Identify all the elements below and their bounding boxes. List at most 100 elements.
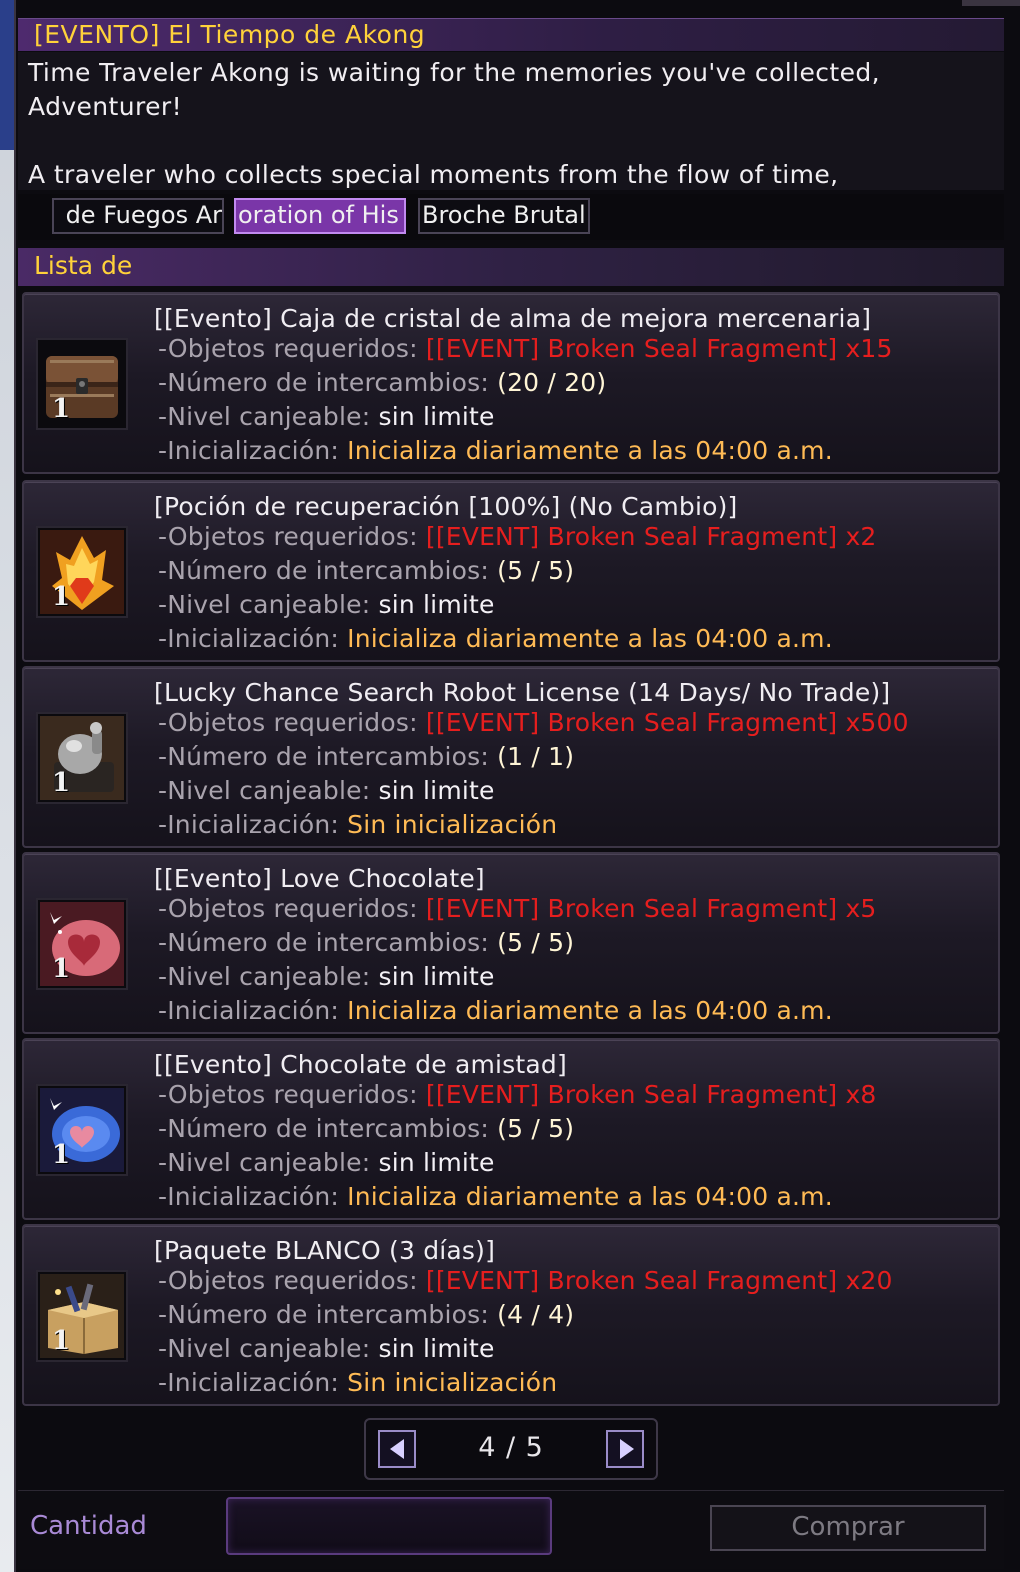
description-line: A traveler who collects special moments … — [28, 160, 839, 189]
reset-label: -Inicialización: — [158, 1182, 339, 1211]
required-label: -Objetos requeridos: — [158, 522, 418, 551]
level-row: -Nivel canjeable: sin limite — [158, 1334, 495, 1363]
buy-button[interactable]: Comprar — [710, 1505, 986, 1551]
level-label: -Nivel canjeable: — [158, 590, 371, 619]
level-label: -Nivel canjeable: — [158, 776, 371, 805]
exchange-count-row: -Número de intercambios: (20 / 20) — [158, 368, 606, 397]
level-row: -Nivel canjeable: sin limite — [158, 1148, 495, 1177]
exchange-count-row: -Número de intercambios: (5 / 5) — [158, 928, 574, 957]
tab-fuegos[interactable]: de Fuegos Ar — [52, 198, 224, 234]
item-name: [[Evento] Chocolate de amistad] — [154, 1050, 567, 1079]
tab-label: oration of His — [238, 201, 399, 229]
reset-label: -Inicialización: — [158, 1368, 339, 1397]
exchanges-label: -Número de intercambios: — [158, 556, 489, 585]
exchange-count-row: -Número de intercambios: (5 / 5) — [158, 1114, 574, 1143]
list-header-label: Lista de — [34, 251, 133, 280]
level-label: -Nivel canjeable: — [158, 1334, 371, 1363]
required-label: -Objetos requeridos: — [158, 1080, 418, 1109]
reset-row: -Inicialización: Inicializa diariamente … — [158, 996, 833, 1025]
item-quantity: 1 — [52, 394, 71, 424]
exchanges-label: -Número de intercambios: — [158, 742, 489, 771]
reset-label: -Inicialización: — [158, 810, 339, 839]
reset-label: -Inicialización: — [158, 436, 339, 465]
exchanges-value: (20 / 20) — [497, 368, 607, 397]
reset-value: Inicializa diariamente a las 04:00 a.m. — [347, 996, 833, 1025]
item-quantity: 1 — [52, 1140, 71, 1170]
reset-row: -Inicialización: Sin inicialización — [158, 810, 557, 839]
title-bar[interactable]: [EVENTO] El Tiempo de Akong — [18, 18, 1004, 51]
next-page-button[interactable] — [606, 1430, 644, 1468]
list-item[interactable]: 1 [Poción de recuperación [100%] (No Cam… — [22, 480, 1000, 662]
arrow-right-icon — [620, 1439, 634, 1459]
level-value: sin limite — [378, 590, 495, 619]
window-title: [EVENTO] El Tiempo de Akong — [34, 20, 426, 49]
exchanges-label: -Número de intercambios: — [158, 368, 489, 397]
event-description[interactable]: Time Traveler Akong is waiting for the m… — [18, 52, 1004, 190]
level-row: -Nivel canjeable: sin limite — [158, 402, 495, 431]
required-items-row: -Objetos requeridos: [[EVENT] Broken Sea… — [158, 522, 877, 551]
level-label: -Nivel canjeable: — [158, 402, 371, 431]
exchanges-value: (5 / 5) — [497, 556, 575, 585]
friendship-chocolate-icon[interactable]: 1 — [36, 1084, 128, 1176]
pagination: 4 / 5 — [364, 1418, 658, 1480]
level-label: -Nivel canjeable: — [158, 962, 371, 991]
exchanges-label: -Número de intercambios: — [158, 1114, 489, 1143]
tab-label: de Fuegos Ar — [65, 201, 222, 229]
level-label: -Nivel canjeable: — [158, 1148, 371, 1177]
required-label: -Objetos requeridos: — [158, 334, 418, 363]
level-value: sin limite — [378, 402, 495, 431]
level-row: -Nivel canjeable: sin limite — [158, 962, 495, 991]
reset-label: -Inicialización: — [158, 996, 339, 1025]
list-item[interactable]: 1 [Paquete BLANCO (3 días)] -Objetos req… — [22, 1224, 1000, 1406]
treasure-chest-icon[interactable]: 1 — [36, 338, 128, 430]
list-item[interactable]: 1 [[Evento] Caja de cristal de alma de m… — [22, 292, 1000, 474]
tab-label: Broche Brutal — [422, 201, 586, 229]
exchange-count-row: -Número de intercambios: (4 / 4) — [158, 1300, 574, 1329]
level-value: sin limite — [378, 962, 495, 991]
required-items-row: -Objetos requeridos: [[EVENT] Broken Sea… — [158, 708, 909, 737]
required-items-row: -Objetos requeridos: [[EVENT] Broken Sea… — [158, 1080, 877, 1109]
reset-value: Sin inicialización — [347, 810, 558, 839]
exchanges-value: (1 / 1) — [497, 742, 575, 771]
reset-label: -Inicialización: — [158, 624, 339, 653]
required-value: [[EVENT] Broken Seal Fragment] x2 — [425, 522, 877, 551]
tab-broche-brutal[interactable]: Broche Brutal — [418, 198, 590, 234]
required-value: [[EVENT] Broken Seal Fragment] x5 — [425, 894, 877, 923]
quantity-input[interactable] — [226, 1497, 552, 1555]
exchanges-label: -Número de intercambios: — [158, 928, 489, 957]
level-value: sin limite — [378, 776, 495, 805]
robot-license-icon[interactable]: 1 — [36, 712, 128, 804]
reset-row: -Inicialización: Inicializa diariamente … — [158, 1182, 833, 1211]
tab-bar: de Fuegos Ar oration of His Broche Bruta… — [18, 194, 1004, 240]
item-name: [[Evento] Caja de cristal de alma de mej… — [154, 304, 872, 333]
reset-row: -Inicialización: Inicializa diariamente … — [158, 436, 833, 465]
reset-row: -Inicialización: Inicializa diariamente … — [158, 624, 833, 653]
exchanges-label: -Número de intercambios: — [158, 1300, 489, 1329]
list-item[interactable]: 1 [[Evento] Love Chocolate] -Objetos req… — [22, 852, 1000, 1034]
purchase-bar: Cantidad Comprar — [18, 1490, 1004, 1569]
reset-value: Inicializa diariamente a las 04:00 a.m. — [347, 1182, 833, 1211]
item-quantity: 1 — [52, 582, 71, 612]
item-quantity: 1 — [52, 768, 71, 798]
required-value: [[EVENT] Broken Seal Fragment] x20 — [425, 1266, 893, 1295]
level-value: sin limite — [378, 1148, 495, 1177]
reset-value: Inicializa diariamente a las 04:00 a.m. — [347, 624, 833, 653]
fire-crystal-icon[interactable]: 1 — [36, 526, 128, 618]
exchange-count-row: -Número de intercambios: (1 / 1) — [158, 742, 574, 771]
exchanges-value: (5 / 5) — [497, 928, 575, 957]
required-items-row: -Objetos requeridos: [[EVENT] Broken Sea… — [158, 334, 893, 363]
love-chocolate-icon[interactable]: 1 — [36, 898, 128, 990]
item-name: [Paquete BLANCO (3 días)] — [154, 1236, 496, 1265]
level-row: -Nivel canjeable: sin limite — [158, 590, 495, 619]
required-value: [[EVENT] Broken Seal Fragment] x8 — [425, 1080, 877, 1109]
white-package-icon[interactable]: 1 — [36, 1270, 128, 1362]
tab-historia[interactable]: oration of His — [234, 198, 406, 234]
required-value: [[EVENT] Broken Seal Fragment] x15 — [425, 334, 893, 363]
list-item[interactable]: 1 [Lucky Chance Search Robot License (14… — [22, 666, 1000, 848]
exchanges-value: (5 / 5) — [497, 1114, 575, 1143]
list-item[interactable]: 1 [[Evento] Chocolate de amistad] -Objet… — [22, 1038, 1000, 1220]
item-name: [Poción de recuperación [100%] (No Cambi… — [154, 492, 738, 521]
item-name: [Lucky Chance Search Robot License (14 D… — [154, 678, 891, 707]
list-header: Lista de — [18, 248, 1004, 286]
exchange-count-row: -Número de intercambios: (5 / 5) — [158, 556, 574, 585]
